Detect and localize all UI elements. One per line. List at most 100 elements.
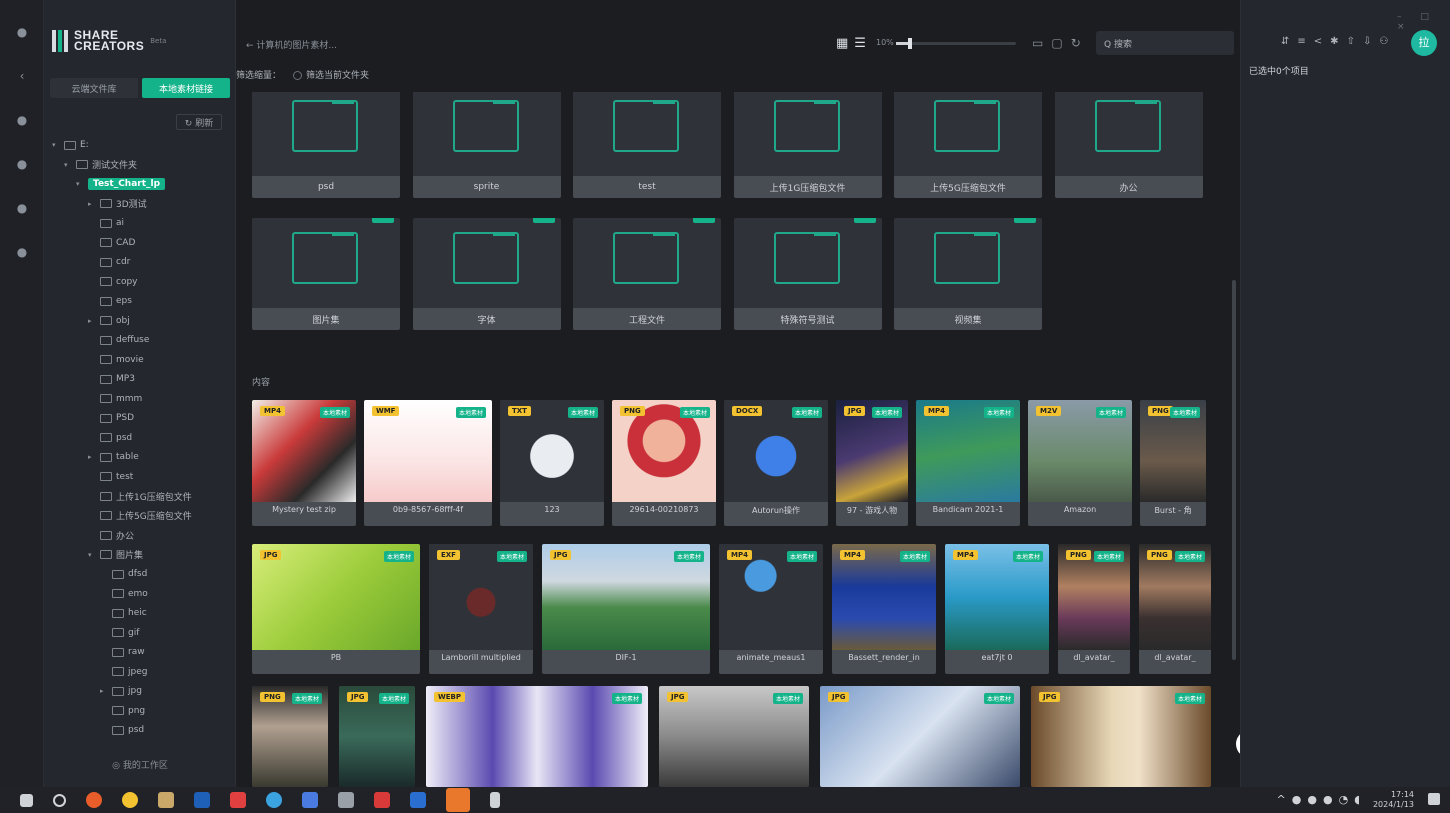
tree-node[interactable]: copy xyxy=(88,273,138,291)
share-icon[interactable]: < xyxy=(1314,36,1322,47)
edge-icon[interactable] xyxy=(410,792,426,808)
zoom-slider-knob[interactable] xyxy=(908,38,912,49)
file-card[interactable]: WEBP 本地素材 xyxy=(426,686,648,787)
window-controls[interactable]: – □ × xyxy=(1397,12,1450,32)
app-icon-red[interactable] xyxy=(230,792,246,808)
tree-node[interactable]: ▸ obj xyxy=(88,312,130,330)
grid-view-icon[interactable]: ▦ xyxy=(836,36,848,51)
tree-node[interactable]: deffuse xyxy=(88,331,149,349)
tree-node[interactable]: gif xyxy=(100,624,139,642)
folder-card[interactable]: test xyxy=(573,92,721,198)
file-card[interactable]: MP4 本地素材 animate_meaus1 xyxy=(719,544,823,674)
app-icon-store[interactable] xyxy=(302,792,318,808)
tray-icon-2[interactable]: ● xyxy=(1307,793,1317,806)
panel-toggle-icon[interactable]: ▢ xyxy=(1051,36,1062,50)
file-explorer-icon[interactable] xyxy=(158,792,174,808)
upload-icon[interactable]: ⇧ xyxy=(1347,36,1355,47)
file-card[interactable]: PNG 本地素材 xyxy=(252,686,328,787)
filter-icon[interactable]: ⇵ xyxy=(1281,36,1289,47)
chrome-icon[interactable] xyxy=(122,792,138,808)
folder-card[interactable]: 上传5G压缩包文件 xyxy=(894,92,1042,198)
zoom-slider[interactable] xyxy=(896,38,1016,49)
tree-node[interactable]: ▸ jpg xyxy=(100,682,142,700)
tree-caret-icon[interactable]: ▸ xyxy=(88,453,96,461)
tray-icon-1[interactable]: ● xyxy=(1292,793,1302,806)
folder-card[interactable]: 上传1G压缩包文件 xyxy=(733,92,882,198)
tree-node[interactable]: CAD xyxy=(88,234,135,252)
settings-icon[interactable]: ● xyxy=(14,200,30,216)
file-card[interactable]: JPG 本地素材 xyxy=(659,686,809,787)
file-card[interactable]: JPG 本地素材 DIF-1 xyxy=(542,544,710,674)
share-creators-taskbar-icon[interactable] xyxy=(446,788,470,812)
folder-card[interactable]: 视频集 xyxy=(894,218,1042,330)
tree-node[interactable]: 上传5G压缩包文件 xyxy=(88,507,192,525)
file-card[interactable]: JPG 本地素材 97 - 游戏人物 xyxy=(836,400,908,526)
tab-local-links[interactable]: 本地素材链接 xyxy=(142,78,230,98)
pin-icon[interactable]: ✱ xyxy=(1330,36,1338,47)
user-icon[interactable]: ● xyxy=(14,244,30,260)
wifi-icon[interactable]: ◔ xyxy=(1339,793,1349,806)
folder-card[interactable]: 工程文件 xyxy=(573,218,721,330)
tree-node[interactable]: mmm xyxy=(88,390,142,408)
folder-card[interactable]: 字体 xyxy=(412,218,561,330)
tree-node[interactable]: ▾ Test_Chart_lp xyxy=(76,175,166,193)
back-breadcrumb[interactable]: ← 计算机的图片素材... xyxy=(246,38,337,51)
filter-option[interactable]: 筛选当前文件夹 xyxy=(293,68,369,81)
tree-node[interactable]: test xyxy=(88,468,133,486)
file-card[interactable]: JPG 本地素材 xyxy=(1031,686,1211,787)
avatar[interactable]: 拉 xyxy=(1411,30,1437,56)
folder-card[interactable]: sprite xyxy=(412,92,561,198)
tree-caret-icon[interactable]: ▾ xyxy=(64,161,72,169)
back-icon[interactable]: ‹ xyxy=(14,68,30,84)
file-card[interactable]: PNG 本地素材 dl_avatar_ xyxy=(1139,544,1211,674)
file-card[interactable]: MP4 本地素材 eat7jt 0 xyxy=(945,544,1049,674)
tree-node[interactable]: cdr xyxy=(88,253,130,271)
tree-caret-icon[interactable]: ▾ xyxy=(88,551,96,559)
tree-node[interactable]: movie xyxy=(88,351,144,369)
download-icon[interactable]: ⇩ xyxy=(1363,36,1371,47)
tree-node[interactable]: dfsd xyxy=(100,565,147,583)
tree-node[interactable]: eps xyxy=(88,292,132,310)
tree-node[interactable]: ▾ 测试文件夹 xyxy=(64,156,137,174)
tree-node[interactable]: PSD xyxy=(88,409,134,427)
sort-icon[interactable]: ≡ xyxy=(1297,36,1305,47)
folder-card[interactable]: psd xyxy=(252,92,400,198)
tree-node[interactable]: ▸ table xyxy=(88,448,139,466)
file-card[interactable]: EXF 本地素材 Lamborill multiplied xyxy=(429,544,533,674)
file-card[interactable]: JPG 本地素材 xyxy=(339,686,415,787)
file-card[interactable]: DOCX 本地素材 Autorun操作 xyxy=(724,400,828,526)
tree-node[interactable]: ▾ E: xyxy=(52,136,89,154)
file-card[interactable]: TXT 本地素材 123 xyxy=(500,400,604,526)
refresh-button[interactable]: ↻ 刷新 xyxy=(176,114,222,130)
start-icon[interactable] xyxy=(20,793,33,807)
volume-icon[interactable]: ◖ xyxy=(1354,793,1360,806)
tree-node[interactable]: ai xyxy=(88,214,124,232)
library-icon[interactable]: ● xyxy=(14,112,30,128)
home-icon[interactable]: ● xyxy=(14,24,30,40)
filter-radio-icon[interactable] xyxy=(293,71,303,80)
tree-node[interactable]: 办公 xyxy=(88,526,134,544)
photoshop-icon[interactable] xyxy=(194,792,210,808)
tree-node[interactable]: emo xyxy=(100,585,148,603)
list-view-icon[interactable]: ☰ xyxy=(854,36,866,51)
file-card[interactable]: PNG 本地素材 Burst - 角 xyxy=(1140,400,1206,526)
app-icon-blue[interactable] xyxy=(266,792,282,808)
tray-chevron-icon[interactable]: ^ xyxy=(1277,793,1286,806)
wps-icon[interactable] xyxy=(374,792,390,808)
folder-card[interactable]: 特殊符号测试 xyxy=(733,218,882,330)
sync-icon[interactable]: ↻ xyxy=(1071,36,1081,50)
folder-card[interactable]: 图片集 xyxy=(252,218,400,330)
tray-icon-3[interactable]: ● xyxy=(1323,793,1333,806)
notepad-icon[interactable] xyxy=(490,792,500,808)
tree-caret-icon[interactable]: ▸ xyxy=(88,200,96,208)
tree-node[interactable]: ▸ 3D测试 xyxy=(88,195,147,213)
file-card[interactable]: WMF 本地素材 0b9-8567-68fff-4f xyxy=(364,400,492,526)
folder-card[interactable]: 办公 xyxy=(1054,92,1203,198)
tree-caret-icon[interactable]: ▸ xyxy=(100,687,108,695)
file-card[interactable]: M2V 本地素材 Amazon xyxy=(1028,400,1132,526)
tree-node[interactable]: psd xyxy=(88,429,132,447)
tree-node[interactable]: raw xyxy=(100,643,145,661)
sidebar-toggle-icon[interactable]: ▭ xyxy=(1032,36,1043,50)
firefox-icon[interactable] xyxy=(86,792,102,808)
file-card[interactable]: MP4 本地素材 Bassett_render_in xyxy=(832,544,936,674)
